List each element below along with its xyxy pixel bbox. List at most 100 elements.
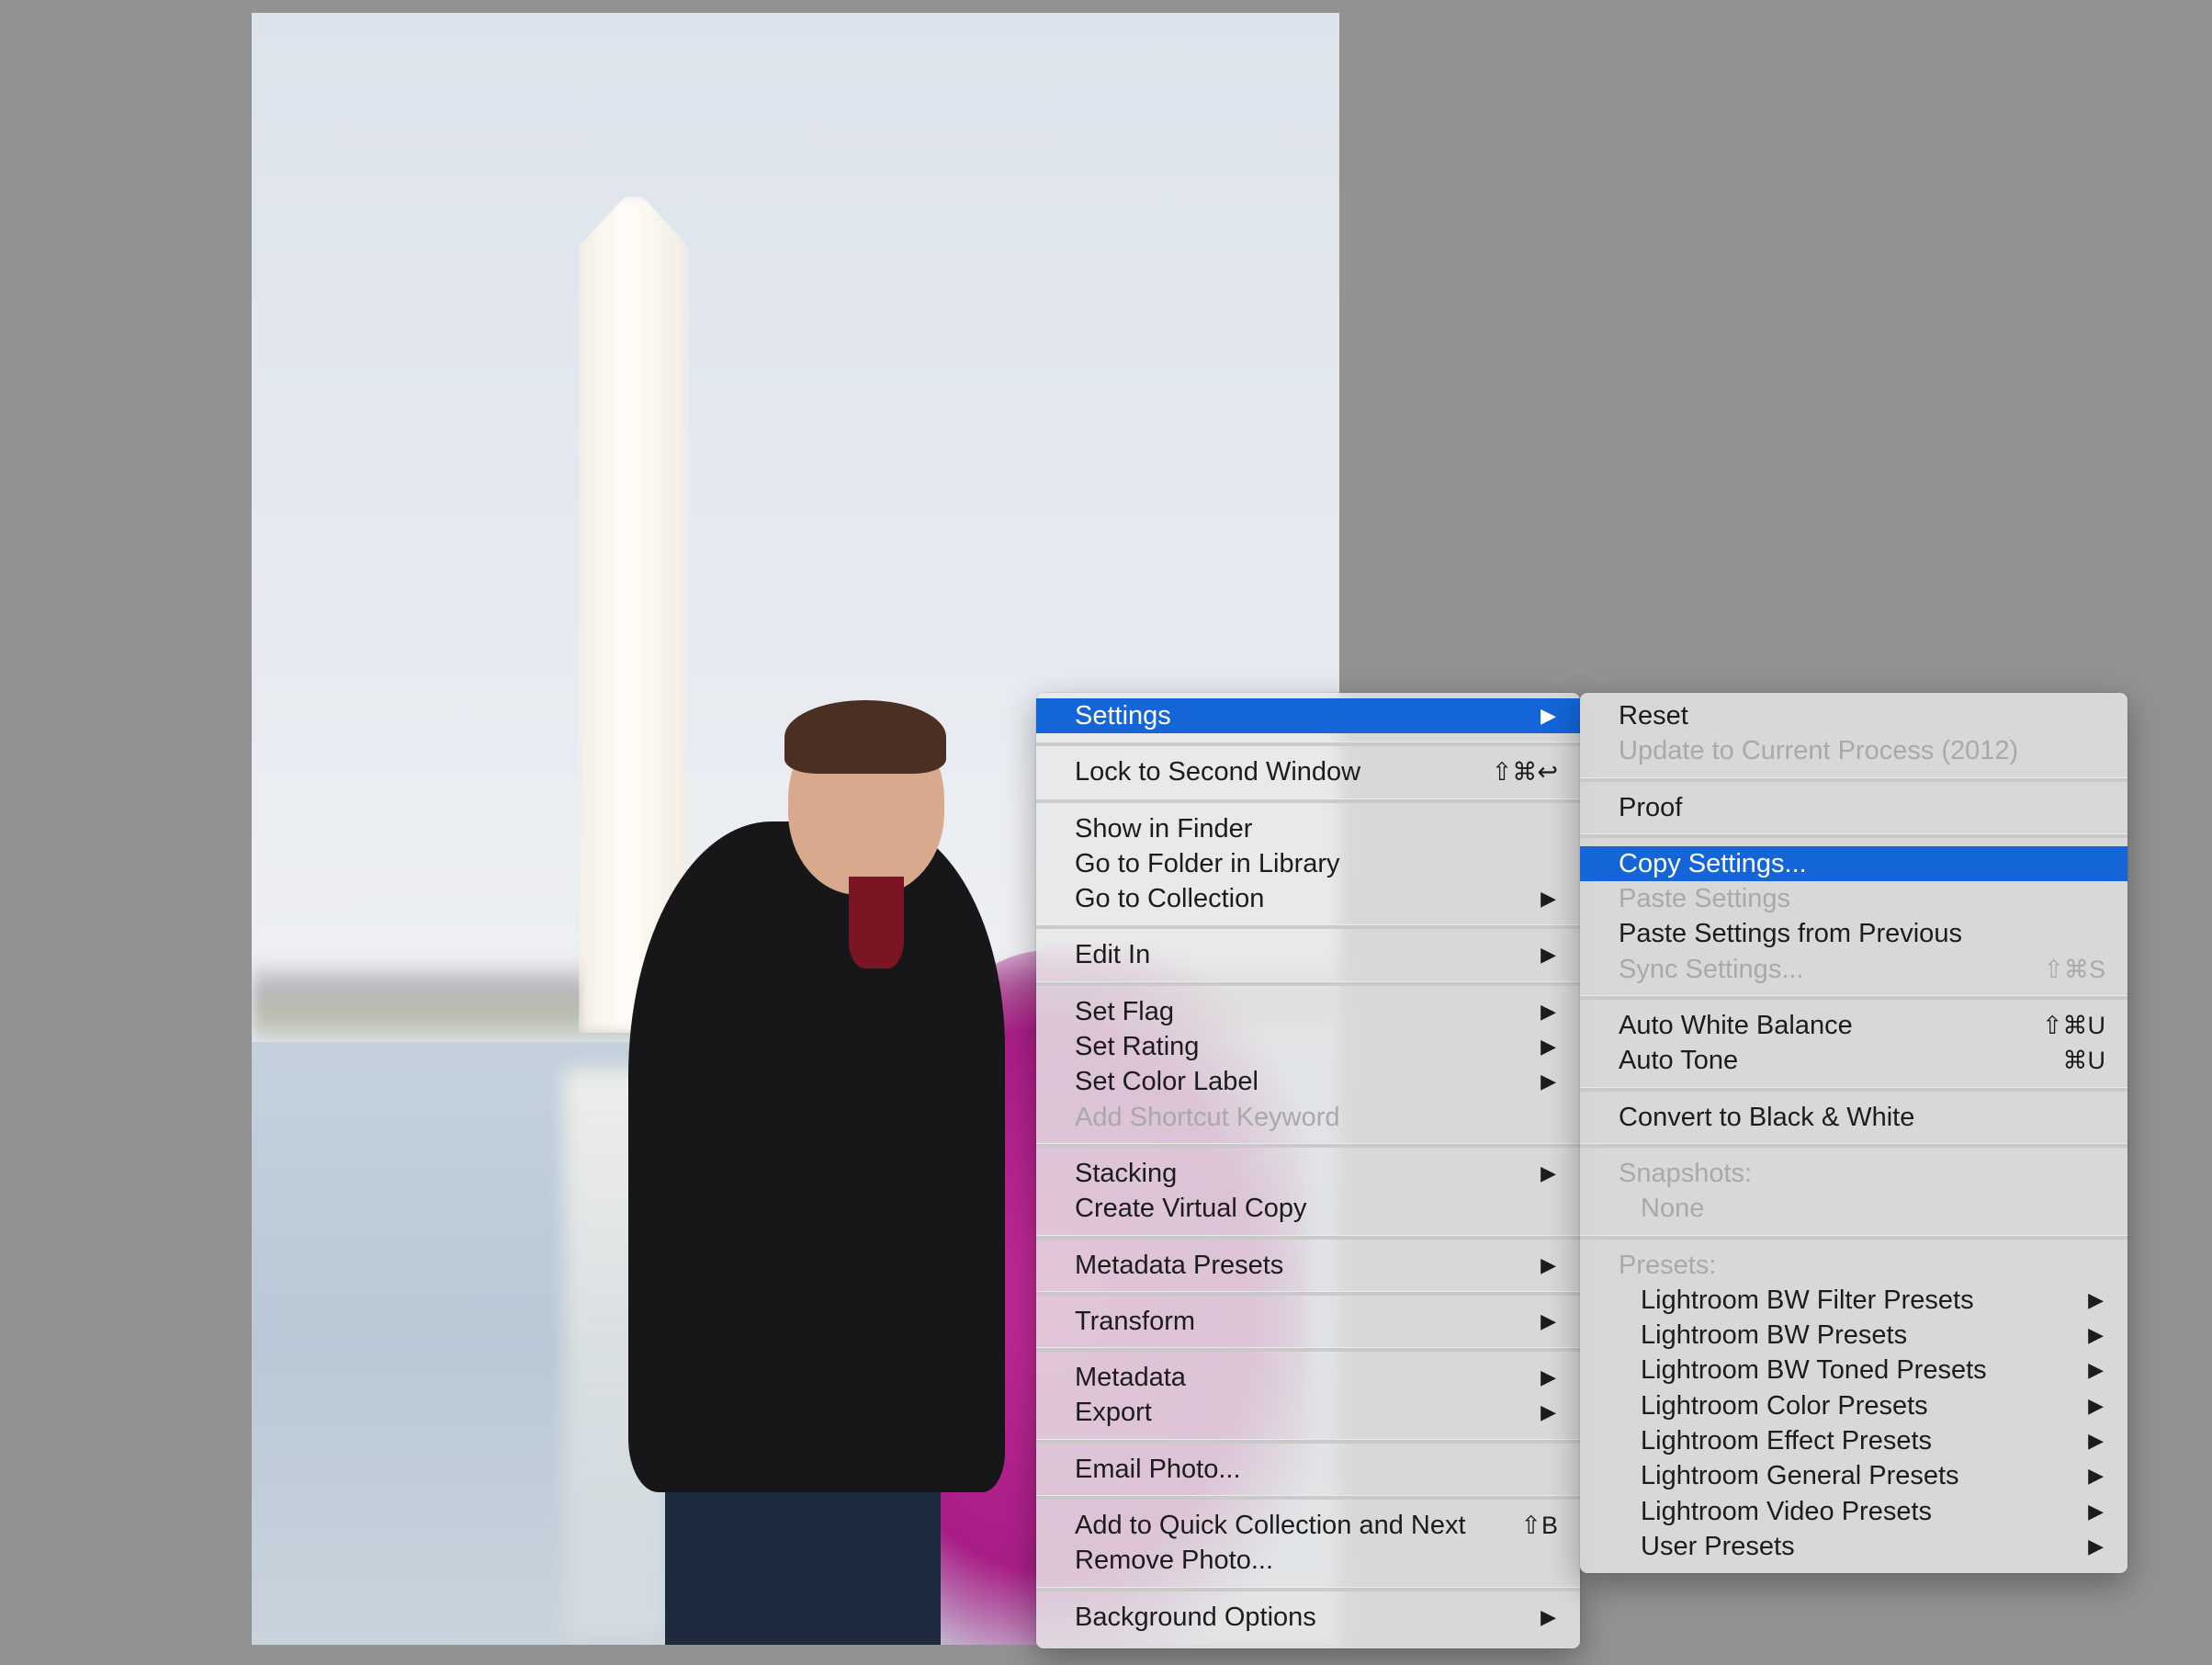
menu-separator bbox=[1036, 924, 1580, 930]
menu-item-set-flag[interactable]: Set Flag ▶ bbox=[1036, 994, 1580, 1029]
menu-item-lock-to-second-window[interactable]: Lock to Second Window ⇧⌘↩ bbox=[1036, 754, 1580, 789]
submenu-item-label: Proof bbox=[1619, 792, 1683, 822]
menu-item-metadata-presets[interactable]: Metadata Presets ▶ bbox=[1036, 1248, 1580, 1283]
submenu-item-reset[interactable]: Reset bbox=[1580, 698, 2127, 733]
submenu-arrow-icon: ▶ bbox=[2088, 1499, 2104, 1523]
submenu-item-paste-settings-from-previous[interactable]: Paste Settings from Previous bbox=[1580, 916, 2127, 951]
menu-item-background-options[interactable]: Background Options ▶ bbox=[1036, 1600, 1580, 1635]
submenu-item-label: Update to Current Process (2012) bbox=[1619, 736, 2019, 766]
submenu-separator bbox=[1580, 832, 2127, 838]
photo-man-hair bbox=[784, 700, 946, 774]
submenu-item-label: Paste Settings bbox=[1619, 884, 1790, 914]
submenu-arrow-icon: ▶ bbox=[2088, 1358, 2104, 1382]
submenu-separator bbox=[1580, 1234, 2127, 1240]
submenu-item-auto-tone[interactable]: Auto Tone ⌘U bbox=[1580, 1043, 2127, 1078]
menu-item-edit-in[interactable]: Edit In ▶ bbox=[1036, 937, 1580, 972]
menu-item-set-rating[interactable]: Set Rating ▶ bbox=[1036, 1029, 1580, 1064]
menu-item-shortcut: ⇧B bbox=[1520, 1512, 1558, 1540]
submenu-separator bbox=[1580, 995, 2127, 1001]
submenu-item-label: Reset bbox=[1619, 701, 1688, 731]
submenu-arrow-icon: ▶ bbox=[1540, 1035, 1556, 1059]
menu-item-label: Go to Folder in Library bbox=[1075, 848, 1340, 878]
submenu-item-lightroom-general-presets[interactable]: Lightroom General Presets ▶ bbox=[1580, 1458, 2127, 1493]
menu-item-label: Export bbox=[1075, 1398, 1152, 1428]
submenu-arrow-icon: ▶ bbox=[1540, 1161, 1556, 1184]
submenu-arrow-icon: ▶ bbox=[2088, 1323, 2104, 1347]
menu-item-remove-photo[interactable]: Remove Photo... bbox=[1036, 1543, 1580, 1578]
submenu-item-lightroom-effect-presets[interactable]: Lightroom Effect Presets ▶ bbox=[1580, 1423, 2127, 1458]
photo-man-coat bbox=[628, 821, 1005, 1492]
menu-item-label: Email Photo... bbox=[1075, 1454, 1241, 1484]
menu-item-show-in-finder[interactable]: Show in Finder bbox=[1036, 811, 1580, 846]
menu-separator bbox=[1036, 1586, 1580, 1591]
submenu-item-snapshots: Snapshots: bbox=[1580, 1156, 2127, 1191]
submenu-arrow-icon: ▶ bbox=[2088, 1534, 2104, 1557]
menu-item-label: Go to Collection bbox=[1075, 884, 1265, 914]
submenu-item-presets: Presets: bbox=[1580, 1248, 2127, 1283]
menu-separator bbox=[1036, 1347, 1580, 1353]
submenu-arrow-icon: ▶ bbox=[1540, 1252, 1556, 1276]
submenu-item-label: Lightroom Effect Presets bbox=[1641, 1426, 1933, 1456]
submenu-item-proof[interactable]: Proof bbox=[1580, 790, 2127, 825]
menu-separator bbox=[1036, 1290, 1580, 1296]
submenu-item-label: Lightroom BW Presets bbox=[1641, 1320, 1908, 1351]
submenu-arrow-icon: ▶ bbox=[1540, 1400, 1556, 1424]
menu-item-add-to-quick-collection-and-next[interactable]: Add to Quick Collection and Next ⇧B bbox=[1036, 1508, 1580, 1543]
menu-separator bbox=[1036, 798, 1580, 803]
menu-item-create-virtual-copy[interactable]: Create Virtual Copy bbox=[1036, 1191, 1580, 1226]
menu-item-settings[interactable]: Settings ▶ bbox=[1036, 698, 1580, 734]
menu-item-label: Add Shortcut Keyword bbox=[1075, 1102, 1340, 1132]
menu-item-go-to-folder-in-library[interactable]: Go to Folder in Library bbox=[1036, 846, 1580, 881]
menu-item-export[interactable]: Export ▶ bbox=[1036, 1395, 1580, 1430]
menu-item-set-color-label[interactable]: Set Color Label ▶ bbox=[1036, 1064, 1580, 1099]
submenu-arrow-icon: ▶ bbox=[1540, 1308, 1556, 1332]
menu-item-label: Set Color Label bbox=[1075, 1067, 1258, 1097]
menu-item-label: Show in Finder bbox=[1075, 813, 1253, 844]
menu-item-metadata[interactable]: Metadata ▶ bbox=[1036, 1360, 1580, 1395]
menu-item-email-photo[interactable]: Email Photo... bbox=[1036, 1452, 1580, 1487]
submenu-item-label: Auto White Balance bbox=[1619, 1011, 1853, 1041]
submenu-item-copy-settings[interactable]: Copy Settings... bbox=[1580, 845, 2127, 882]
menu-item-label: Add to Quick Collection and Next bbox=[1075, 1511, 1466, 1541]
submenu-item-lightroom-video-presets[interactable]: Lightroom Video Presets ▶ bbox=[1580, 1494, 2127, 1529]
submenu-item-auto-white-balance[interactable]: Auto White Balance ⇧⌘U bbox=[1580, 1008, 2127, 1043]
context-menu: Settings ▶ Lock to Second Window ⇧⌘↩ Show in… bbox=[1036, 693, 1580, 1648]
submenu-item-label: Lightroom Video Presets bbox=[1641, 1496, 1933, 1526]
submenu-item-lightroom-color-presets[interactable]: Lightroom Color Presets ▶ bbox=[1580, 1388, 2127, 1423]
submenu-arrow-icon: ▶ bbox=[2088, 1464, 2104, 1488]
submenu-item-lightroom-bw-filter-presets[interactable]: Lightroom BW Filter Presets ▶ bbox=[1580, 1283, 2127, 1318]
menu-separator bbox=[1036, 742, 1580, 747]
submenu-item-convert-to-black-white[interactable]: Convert to Black & White bbox=[1580, 1100, 2127, 1135]
submenu-item-label: Lightroom General Presets bbox=[1641, 1461, 1959, 1491]
photo-scarf bbox=[849, 877, 904, 968]
submenu-item-label: Sync Settings... bbox=[1619, 954, 1804, 984]
submenu-item-label: Snapshots: bbox=[1619, 1158, 1753, 1188]
menu-separator bbox=[1036, 1142, 1580, 1148]
submenu-item-lightroom-bw-toned-presets[interactable]: Lightroom BW Toned Presets ▶ bbox=[1580, 1353, 2127, 1388]
submenu-item-lightroom-bw-presets[interactable]: Lightroom BW Presets ▶ bbox=[1580, 1318, 2127, 1353]
submenu-arrow-icon: ▶ bbox=[1540, 943, 1556, 967]
menu-item-label: Set Flag bbox=[1075, 996, 1174, 1026]
submenu-arrow-icon: ▶ bbox=[1540, 1604, 1556, 1628]
menu-item-stacking[interactable]: Stacking ▶ bbox=[1036, 1156, 1580, 1191]
menu-item-label: Transform bbox=[1075, 1306, 1196, 1336]
menu-item-label: Remove Photo... bbox=[1075, 1546, 1273, 1576]
submenu-item-update-to-current-process-2012: Update to Current Process (2012) bbox=[1580, 733, 2127, 768]
menu-item-label: Create Virtual Copy bbox=[1075, 1194, 1307, 1224]
submenu-item-label: Lightroom BW Filter Presets bbox=[1641, 1285, 1974, 1315]
submenu-item-none: None bbox=[1580, 1191, 2127, 1226]
submenu-item-label: Presets: bbox=[1619, 1250, 1717, 1280]
submenu-item-shortcut: ⇧⌘S bbox=[2043, 955, 2105, 983]
submenu-separator bbox=[1580, 1086, 2127, 1092]
menu-item-transform[interactable]: Transform ▶ bbox=[1036, 1304, 1580, 1339]
menu-item-label: Metadata bbox=[1075, 1363, 1186, 1393]
submenu-item-label: None bbox=[1641, 1194, 1705, 1224]
submenu-arrow-icon: ▶ bbox=[1540, 1365, 1556, 1389]
submenu-item-user-presets[interactable]: User Presets ▶ bbox=[1580, 1529, 2127, 1564]
menu-item-go-to-collection[interactable]: Go to Collection ▶ bbox=[1036, 881, 1580, 916]
submenu-separator bbox=[1580, 776, 2127, 782]
menu-separator bbox=[1036, 980, 1580, 986]
submenu-arrow-icon: ▶ bbox=[1540, 1070, 1556, 1093]
submenu-arrow-icon: ▶ bbox=[2088, 1287, 2104, 1311]
submenu-item-label: Lightroom Color Presets bbox=[1641, 1390, 1928, 1421]
